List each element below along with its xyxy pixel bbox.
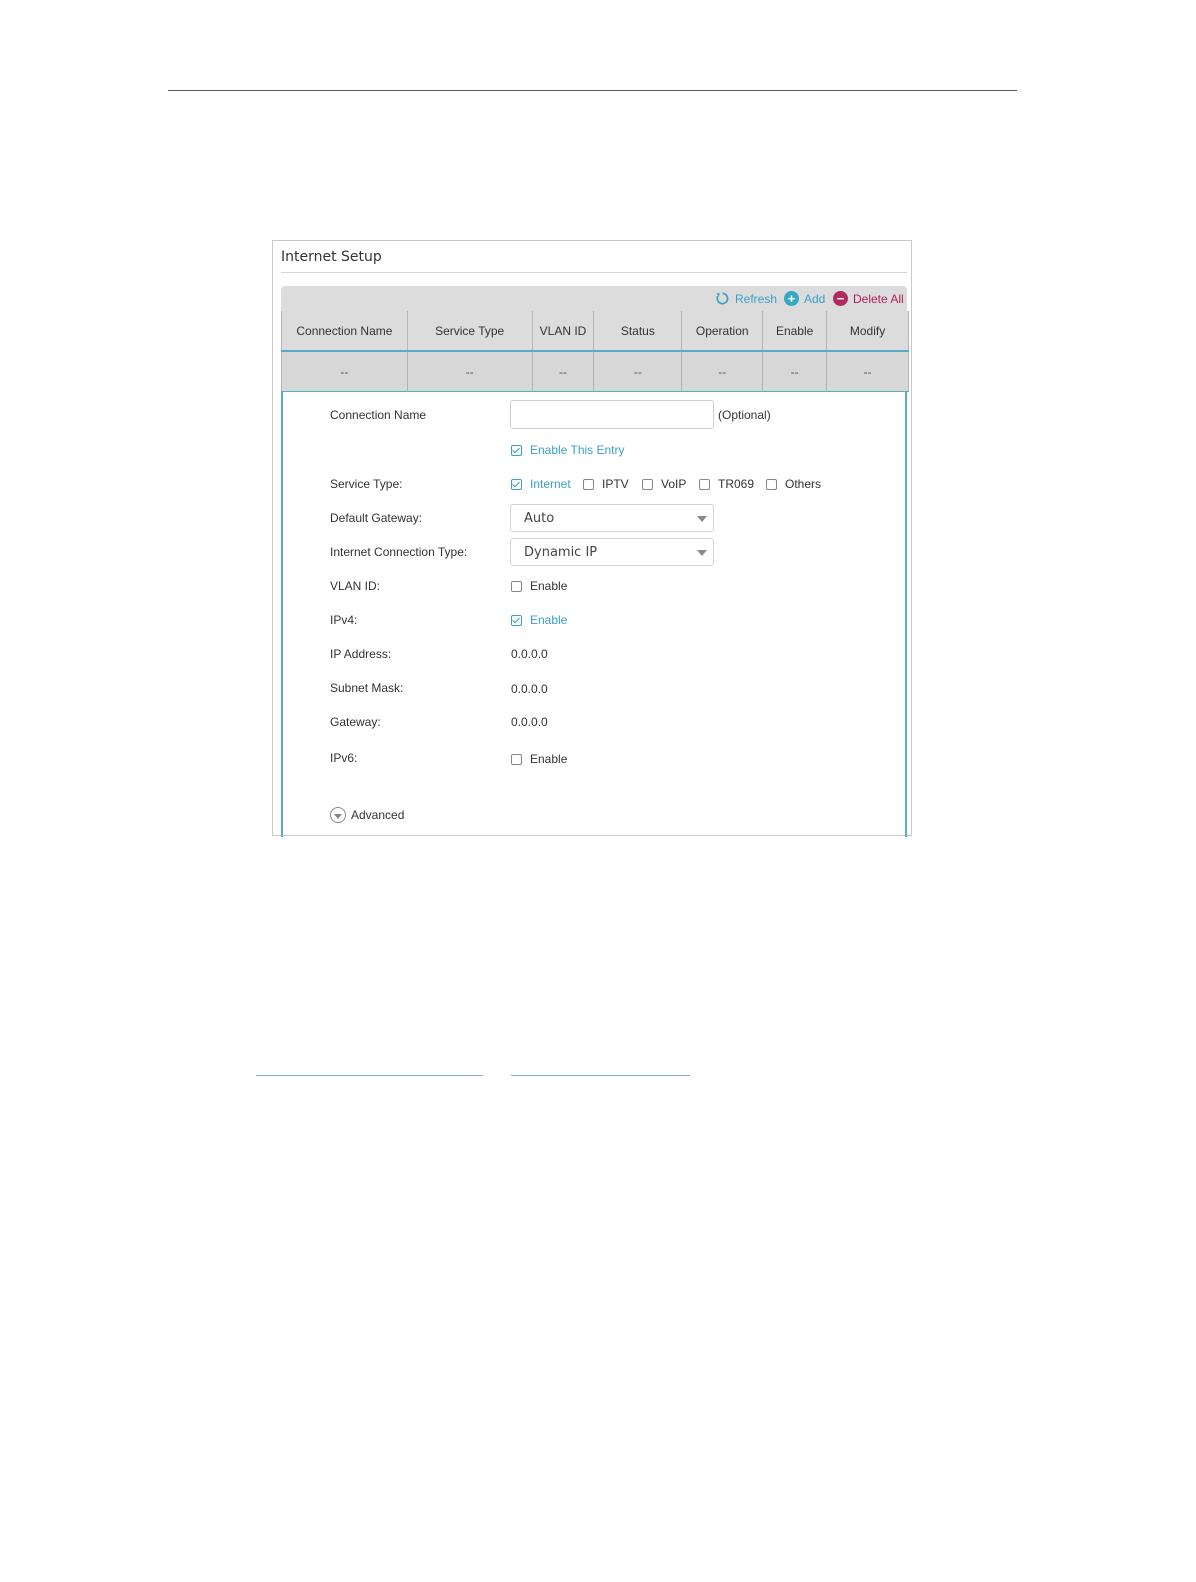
col-vlan-id: VLAN ID — [531, 311, 595, 352]
delete-all-label: Delete All — [853, 291, 904, 306]
table-cell: -- — [681, 350, 764, 392]
subnet-mask-label: Subnet Mask: — [330, 681, 404, 695]
default-gateway-value: Auto — [524, 511, 555, 526]
refresh-icon — [715, 291, 730, 306]
ipv6-label: IPv6: — [330, 751, 358, 765]
table-cell: -- — [762, 350, 828, 392]
connection-type-value: Dynamic IP — [524, 545, 598, 560]
dropdown-arrow-icon — [697, 516, 707, 522]
advanced-label: Advanced — [351, 808, 405, 822]
service-others-label: Others — [785, 477, 822, 491]
checkbox-icon — [642, 478, 653, 490]
checkbox-checked-icon — [511, 478, 522, 490]
ipv6-enable-checkbox[interactable]: Enable — [511, 752, 567, 766]
connection-edit-form: Connection Name (Optional) Enable This E… — [281, 391, 907, 837]
enable-entry-label: Enable This Entry — [530, 443, 625, 457]
link-underline-2 — [511, 1075, 690, 1076]
checkbox-checked-icon — [511, 614, 522, 626]
link-underline-1 — [256, 1075, 483, 1076]
refresh-label: Refresh — [735, 291, 778, 306]
table-toolbar: Refresh + Add − Delete All — [281, 286, 907, 311]
service-iptv-checkbox[interactable]: IPTV — [583, 477, 629, 491]
checkbox-checked-icon — [511, 444, 522, 456]
add-button[interactable]: + Add — [784, 286, 825, 311]
table-row[interactable]: -- -- -- -- -- -- -- — [281, 350, 909, 392]
ip-address-label: IP Address: — [330, 647, 392, 661]
plus-icon: + — [784, 291, 799, 306]
table-header-row: Connection Name Service Type VLAN ID Sta… — [281, 311, 909, 352]
service-voip-label: VoIP — [661, 477, 687, 491]
col-service-type: Service Type — [406, 311, 533, 352]
delete-all-button[interactable]: − Delete All — [833, 286, 904, 311]
connection-type-select[interactable]: Dynamic IP — [510, 538, 714, 566]
ipv6-enable-label: Enable — [530, 752, 568, 766]
table-cell: -- — [281, 350, 408, 392]
page-top-rule — [168, 90, 1017, 91]
minus-icon: − — [833, 291, 848, 306]
refresh-button[interactable]: Refresh — [715, 286, 777, 311]
vlan-id-label: VLAN ID: — [330, 579, 381, 593]
checkbox-icon — [699, 478, 710, 490]
col-enable: Enable — [762, 311, 828, 352]
service-others-checkbox[interactable]: Others — [766, 477, 821, 491]
advanced-toggle[interactable]: Advanced — [330, 807, 404, 823]
chevron-down-circle-icon — [330, 807, 346, 823]
connections-table: Connection Name Service Type VLAN ID Sta… — [281, 311, 909, 392]
gateway-label: Gateway: — [330, 715, 381, 729]
subnet-mask-value: 0.0.0.0 — [511, 682, 548, 696]
checkbox-icon — [583, 478, 594, 490]
ipv4-label: IPv4: — [330, 613, 358, 627]
table-cell: -- — [531, 350, 595, 392]
vlan-enable-checkbox[interactable]: Enable — [511, 579, 567, 593]
service-internet-label: Internet — [530, 477, 571, 491]
gateway-value: 0.0.0.0 — [511, 715, 548, 729]
table-cell: -- — [826, 350, 909, 392]
add-label: Add — [804, 291, 826, 306]
service-internet-checkbox[interactable]: Internet — [511, 477, 571, 491]
checkbox-icon — [766, 478, 777, 490]
ipv4-enable-checkbox[interactable]: Enable — [511, 613, 567, 627]
optional-hint: (Optional) — [718, 408, 771, 422]
title-divider — [281, 272, 907, 273]
col-status: Status — [593, 311, 683, 352]
col-modify: Modify — [826, 311, 909, 352]
col-connection-name: Connection Name — [281, 311, 408, 352]
table-cell: -- — [406, 350, 533, 392]
service-type-label: Service Type: — [330, 477, 403, 491]
enable-entry-checkbox[interactable]: Enable This Entry — [511, 443, 625, 457]
internet-setup-panel: Internet Setup Refresh + Add − Delete Al… — [272, 240, 912, 837]
checkbox-icon — [511, 753, 522, 765]
panel-title: Internet Setup — [281, 249, 382, 265]
connection-name-input[interactable] — [510, 400, 714, 429]
connection-type-label: Internet Connection Type: — [330, 545, 468, 559]
default-gateway-select[interactable]: Auto — [510, 504, 714, 532]
vlan-enable-label: Enable — [530, 579, 568, 593]
service-tr069-checkbox[interactable]: TR069 — [699, 477, 754, 491]
ipv4-enable-label: Enable — [530, 613, 568, 627]
checkbox-icon — [511, 580, 522, 592]
ip-address-value: 0.0.0.0 — [511, 647, 548, 661]
table-cell: -- — [593, 350, 683, 392]
service-tr069-label: TR069 — [718, 477, 755, 491]
service-voip-checkbox[interactable]: VoIP — [642, 477, 686, 491]
connection-name-label: Connection Name — [330, 408, 427, 422]
dropdown-arrow-icon — [697, 550, 707, 556]
col-operation: Operation — [681, 311, 764, 352]
default-gateway-label: Default Gateway: — [330, 511, 423, 525]
service-iptv-label: IPTV — [602, 477, 629, 491]
